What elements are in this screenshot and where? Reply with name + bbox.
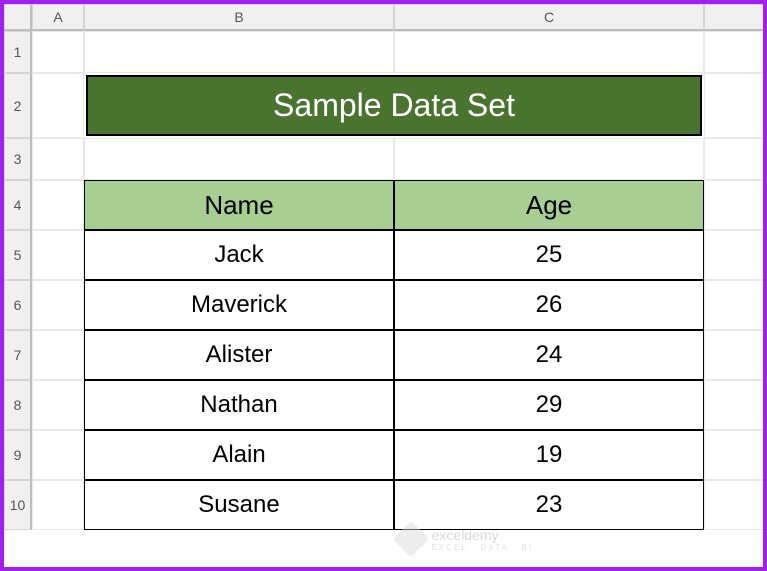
cell-a5[interactable] <box>32 230 84 280</box>
row-header-10[interactable]: 10 <box>4 480 32 530</box>
cell-d6[interactable] <box>704 280 764 330</box>
cell-d4[interactable] <box>704 180 764 230</box>
row-header-2[interactable]: 2 <box>4 73 32 138</box>
row-label: 8 <box>14 397 22 413</box>
cell-a6[interactable] <box>32 280 84 330</box>
row-header-6[interactable]: 6 <box>4 280 32 330</box>
header-text: Name <box>204 190 273 221</box>
cell-d8[interactable] <box>704 380 764 430</box>
column-header-c[interactable]: C <box>394 4 704 31</box>
cell-value: Alister <box>206 341 273 369</box>
cell-value: 19 <box>536 441 563 469</box>
cell-c3[interactable] <box>394 138 704 180</box>
table-row[interactable]: Alain <box>84 430 394 480</box>
cell-c1[interactable] <box>394 31 704 73</box>
cell-a2[interactable] <box>32 73 84 138</box>
cell-value: 25 <box>536 241 563 269</box>
row-header-8[interactable]: 8 <box>4 380 32 430</box>
cell-a10[interactable] <box>32 480 84 530</box>
cell-value: Susane <box>198 491 279 519</box>
table-row[interactable]: Alister <box>84 330 394 380</box>
table-row[interactable]: Susane <box>84 480 394 530</box>
cell-d5[interactable] <box>704 230 764 280</box>
table-row[interactable]: Nathan <box>84 380 394 430</box>
cell-value: 23 <box>536 491 563 519</box>
table-header-age[interactable]: Age <box>394 180 704 230</box>
column-header-blank[interactable] <box>704 4 764 31</box>
table-row[interactable]: 23 <box>394 480 704 530</box>
watermark-subtext: EXCEL · DATA · BI <box>432 543 533 552</box>
row-label: 1 <box>14 44 22 60</box>
row-label: 2 <box>14 98 22 114</box>
table-row[interactable]: 29 <box>394 380 704 430</box>
cell-b3[interactable] <box>84 138 394 180</box>
col-label: B <box>234 9 243 25</box>
row-header-7[interactable]: 7 <box>4 330 32 380</box>
title-text: Sample Data Set <box>273 87 515 124</box>
spreadsheet-window: A B C 1 2 Sample Data Set 3 4 Name Age 5… <box>0 0 767 571</box>
table-row[interactable]: Maverick <box>84 280 394 330</box>
column-header-b[interactable]: B <box>84 4 394 31</box>
row-header-3[interactable]: 3 <box>4 138 32 180</box>
row-label: 6 <box>14 297 22 313</box>
cell-a7[interactable] <box>32 330 84 380</box>
cell-a9[interactable] <box>32 430 84 480</box>
row-header-4[interactable]: 4 <box>4 180 32 230</box>
row-header-1[interactable]: 1 <box>4 31 32 73</box>
spreadsheet-grid: A B C 1 2 Sample Data Set 3 4 Name Age 5… <box>4 4 763 530</box>
cell-value: 24 <box>536 341 563 369</box>
cell-d2[interactable] <box>704 73 764 138</box>
cell-value: Jack <box>214 241 263 269</box>
cell-a1[interactable] <box>32 31 84 73</box>
cell-value: Maverick <box>191 291 287 319</box>
cell-a8[interactable] <box>32 380 84 430</box>
header-text: Age <box>526 190 572 221</box>
col-label: A <box>53 9 62 25</box>
select-all-corner[interactable] <box>4 4 32 31</box>
table-row[interactable]: Jack <box>84 230 394 280</box>
row-label: 7 <box>14 347 22 363</box>
row-label: 9 <box>14 447 22 463</box>
cell-value: 26 <box>536 291 563 319</box>
column-header-a[interactable]: A <box>32 4 84 31</box>
col-label: C <box>544 9 554 25</box>
cell-a3[interactable] <box>32 138 84 180</box>
cell-d10[interactable] <box>704 480 764 530</box>
row-label: 3 <box>14 151 22 167</box>
table-row[interactable]: 19 <box>394 430 704 480</box>
cell-value: Alain <box>212 441 265 469</box>
cell-value: 29 <box>536 391 563 419</box>
cell-d9[interactable] <box>704 430 764 480</box>
row-header-9[interactable]: 9 <box>4 430 32 480</box>
row-label: 4 <box>14 197 22 213</box>
cell-a4[interactable] <box>32 180 84 230</box>
cell-value: Nathan <box>200 391 277 419</box>
table-row[interactable]: 26 <box>394 280 704 330</box>
table-row[interactable]: 25 <box>394 230 704 280</box>
table-header-name[interactable]: Name <box>84 180 394 230</box>
cell-d3[interactable] <box>704 138 764 180</box>
cell-d7[interactable] <box>704 330 764 380</box>
cell-d1[interactable] <box>704 31 764 73</box>
table-row[interactable]: 24 <box>394 330 704 380</box>
row-label: 5 <box>14 247 22 263</box>
title-banner[interactable]: Sample Data Set <box>86 75 702 136</box>
row-header-5[interactable]: 5 <box>4 230 32 280</box>
cell-b1[interactable] <box>84 31 394 73</box>
row-label: 10 <box>10 497 26 513</box>
